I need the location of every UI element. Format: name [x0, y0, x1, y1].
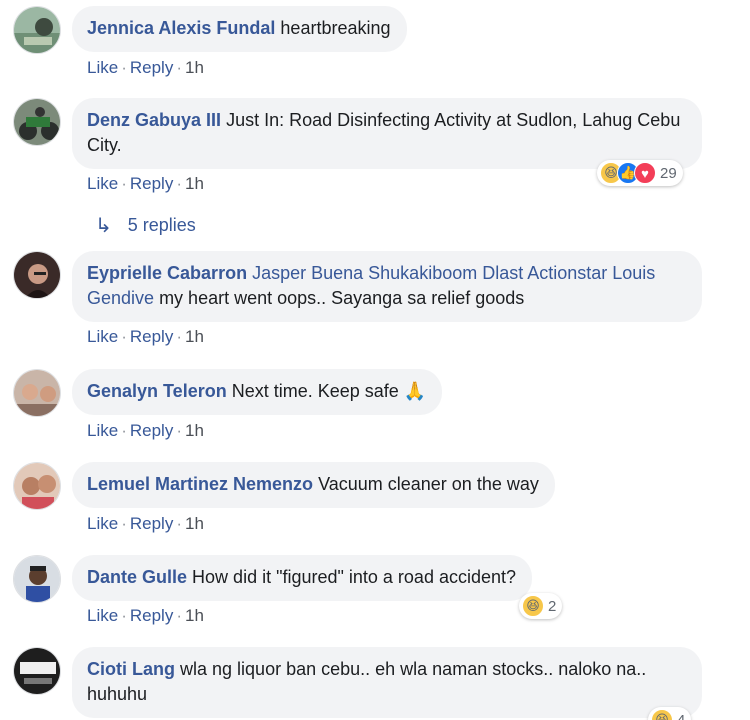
comment-actions: Like · Reply · 1h [87, 421, 204, 440]
reply-link[interactable]: Reply [130, 421, 173, 440]
reaction-count: 2 [548, 597, 557, 615]
reaction-summary[interactable]: 😆 2 [519, 593, 563, 619]
comment-author[interactable]: Lemuel Martinez Nemenzo [87, 474, 313, 494]
comment-text: Next time. Keep safe 🙏 [231, 381, 427, 401]
like-link[interactable]: Like [87, 514, 118, 533]
comment-bubble: Eyprielle Cabarron Jasper Buena Shukakib… [72, 251, 702, 322]
avatar[interactable] [13, 462, 61, 510]
comment-actions: Like · Reply · 1h [87, 606, 204, 625]
comment-actions: Like · Reply · 1h [87, 58, 204, 77]
comment-author[interactable]: Dante Gulle [87, 567, 187, 587]
reply-link[interactable]: Reply [130, 606, 173, 625]
haha-icon: 😆 [522, 595, 544, 617]
avatar[interactable] [13, 251, 61, 299]
comment-time[interactable]: 1h [185, 327, 204, 346]
comment-author[interactable]: Jennica Alexis Fundal [87, 18, 275, 38]
comment-time[interactable]: 1h [185, 174, 204, 193]
reply-arrow-icon: ↳ [95, 215, 112, 237]
comment-bubble: Jennica Alexis Fundal heartbreaking [72, 6, 407, 52]
reply-link[interactable]: Reply [130, 58, 173, 77]
reaction-summary[interactable]: 😆 4 [648, 707, 692, 720]
reaction-summary[interactable]: 😆 👍 ♥ 29 [597, 160, 683, 186]
comment-author[interactable]: Eyprielle Cabarron [87, 263, 247, 283]
comment-bubble: Lemuel Martinez Nemenzo Vacuum cleaner o… [72, 462, 555, 508]
comment-actions: Like · Reply · 1h [87, 174, 204, 193]
like-link[interactable]: Like [87, 606, 118, 625]
comment-author[interactable]: Genalyn Teleron [87, 381, 227, 401]
like-link[interactable]: Like [87, 421, 118, 440]
view-replies-link[interactable]: ↳ 5 replies [95, 213, 196, 238]
comment-time[interactable]: 1h [185, 606, 204, 625]
like-link[interactable]: Like [87, 58, 118, 77]
comment-bubble: Dante Gulle How did it "figured" into a … [72, 555, 533, 601]
reaction-count: 4 [677, 711, 686, 720]
comment-bubble: Genalyn Teleron Next time. Keep safe 🙏 [72, 369, 443, 415]
replies-label: 5 replies [127, 215, 196, 235]
avatar[interactable] [13, 369, 61, 417]
comment-author[interactable]: Denz Gabuya III [87, 110, 221, 130]
comment-author[interactable]: Cioti Lang [87, 659, 175, 679]
love-icon: ♥ [634, 162, 656, 184]
reply-link[interactable]: Reply [130, 327, 173, 346]
reply-link[interactable]: Reply [130, 174, 173, 193]
comment-actions: Like · Reply · 1h [87, 514, 204, 533]
avatar[interactable] [13, 6, 61, 54]
comment-text: my heart went oops.. Sayanga sa relief g… [159, 288, 525, 308]
avatar[interactable] [13, 647, 61, 695]
avatar[interactable] [13, 98, 61, 146]
reply-link[interactable]: Reply [130, 514, 173, 533]
comment-text: Vacuum cleaner on the way [318, 474, 539, 494]
comment-text: heartbreaking [280, 18, 391, 38]
like-link[interactable]: Like [87, 174, 118, 193]
comment-bubble: Denz Gabuya III Just In: Road Disinfecti… [72, 98, 702, 169]
comment-time[interactable]: 1h [185, 58, 204, 77]
haha-icon: 😆 [651, 709, 673, 720]
comment-bubble: Cioti Lang wla ng liquor ban cebu.. eh w… [72, 647, 702, 718]
comment-actions: Like · Reply · 1h [87, 327, 204, 346]
comment-time[interactable]: 1h [185, 514, 204, 533]
reaction-count: 29 [660, 164, 677, 182]
avatar[interactable] [13, 555, 61, 603]
comment-text: How did it "figured" into a road acciden… [192, 567, 517, 587]
like-link[interactable]: Like [87, 327, 118, 346]
comment-time[interactable]: 1h [185, 421, 204, 440]
